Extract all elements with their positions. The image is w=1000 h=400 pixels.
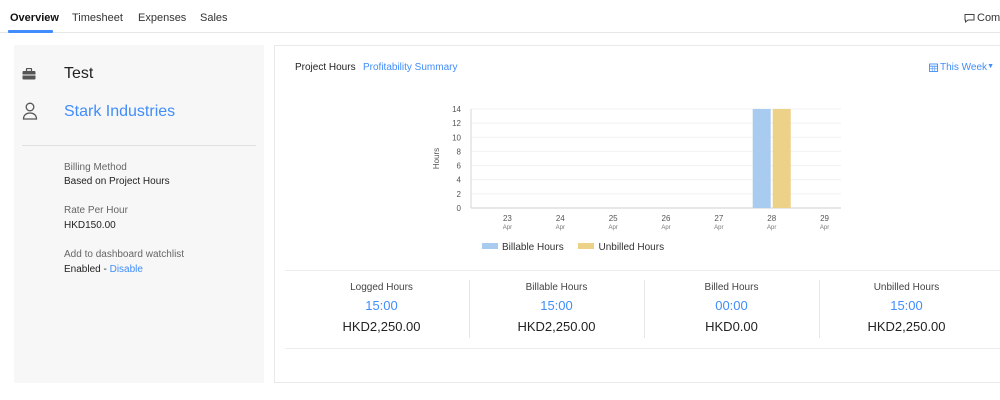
chart-legend: Billable Hours Unbilled Hours <box>482 242 664 253</box>
tab-timesheet[interactable]: Timesheet <box>72 12 123 24</box>
watchlist-status-text: Enabled - <box>64 264 110 275</box>
summary-divider-bottom <box>285 348 1000 349</box>
disable-watchlist-link[interactable]: Disable <box>110 264 143 275</box>
x-tick-day: 28 <box>767 214 776 223</box>
tab-overview[interactable]: Overview <box>10 12 59 24</box>
y-tick-label: 14 <box>452 105 461 114</box>
active-tab-indicator <box>8 30 53 33</box>
project-details-panel: Test Stark Industries Billing Method Bas… <box>14 45 264 383</box>
billing-method-label: Billing Method <box>64 162 127 173</box>
summary-unbilled-hours: Unbilled Hours 15:00 HKD2,250.00 <box>819 282 994 334</box>
watchlist-status: Enabled - Disable <box>64 264 143 275</box>
project-title: Test <box>64 65 94 82</box>
x-tick-month: Apr <box>820 225 829 231</box>
billing-method-value: Based on Project Hours <box>64 176 170 187</box>
summary-hours-link[interactable]: 15:00 <box>294 298 469 313</box>
summary-billed-hours: Billed Hours 00:00 HKD0.00 <box>644 282 819 334</box>
y-tick-label: 8 <box>457 147 462 156</box>
summary-amount: HKD2,250.00 <box>342 319 421 334</box>
summary-label: Billable Hours <box>525 282 588 293</box>
billable-legend-swatch <box>482 243 498 249</box>
tab-sales[interactable]: Sales <box>200 12 228 24</box>
summary-label: Unbilled Hours <box>873 282 940 293</box>
bar-billable <box>752 109 771 208</box>
comments-button[interactable]: Comm <box>964 12 1000 24</box>
summary-label: Logged Hours <box>350 282 413 293</box>
y-tick-label: 4 <box>457 176 462 185</box>
y-tick-label: 12 <box>452 119 461 128</box>
y-tick-label: 10 <box>452 133 461 142</box>
legend-unbilled: Unbilled Hours <box>598 242 665 253</box>
summary-billable-hours: Billable Hours 15:00 HKD2,250.00 <box>469 282 644 334</box>
bar-unbilled <box>772 109 791 208</box>
summary-logged-hours: Logged Hours 15:00 HKD2,250.00 <box>294 282 469 334</box>
x-tick-day: 23 <box>503 214 512 223</box>
summary-hours-link[interactable]: 15:00 <box>469 298 644 313</box>
summary-label: Billed Hours <box>704 282 759 293</box>
x-tick-month: Apr <box>661 225 670 231</box>
project-hours-chart: 02468101214Hours23Apr24Apr25Apr26Apr27Ap… <box>432 105 841 231</box>
comment-icon <box>964 14 975 24</box>
rate-per-hour-value: HKD150.00 <box>64 220 116 231</box>
tab-expenses[interactable]: Expenses <box>138 12 186 24</box>
x-tick-month: Apr <box>503 225 512 231</box>
x-tick-day: 27 <box>714 214 723 223</box>
x-tick-day: 29 <box>820 214 829 223</box>
rate-per-hour-label: Rate Per Hour <box>64 205 128 216</box>
unbilled-legend-swatch <box>578 243 595 249</box>
tab-bar: Overview Timesheet Expenses Sales Comm <box>0 0 1000 33</box>
x-tick-month: Apr <box>608 225 617 231</box>
y-tick-label: 0 <box>457 204 462 213</box>
y-tick-label: 6 <box>457 162 462 171</box>
watchlist-label: Add to dashboard watchlist <box>64 249 185 260</box>
customer-name-link[interactable]: Stark Industries <box>64 103 175 121</box>
x-tick-month: Apr <box>767 225 776 231</box>
x-tick-day: 24 <box>556 214 565 223</box>
briefcase-icon <box>22 67 36 85</box>
divider <box>22 145 256 146</box>
comments-label: Comm <box>977 12 1000 24</box>
project-hours-card: Project Hours Profitability Summary This… <box>274 45 1000 383</box>
summary-hours-link[interactable]: 00:00 <box>644 298 819 313</box>
x-tick-day: 25 <box>609 214 618 223</box>
y-axis-label: Hours <box>432 148 441 169</box>
y-tick-label: 2 <box>457 190 462 199</box>
summary-amount: HKD2,250.00 <box>517 319 596 334</box>
summary-amount: HKD0.00 <box>705 319 758 334</box>
x-tick-month: Apr <box>714 225 723 231</box>
x-tick-month: Apr <box>556 225 565 231</box>
x-tick-day: 26 <box>662 214 671 223</box>
summary-hours-link[interactable]: 15:00 <box>819 298 994 313</box>
summary-amount: HKD2,250.00 <box>867 319 946 334</box>
summary-divider-top <box>285 270 1000 271</box>
legend-billable: Billable Hours <box>502 242 564 253</box>
user-icon <box>22 102 38 125</box>
